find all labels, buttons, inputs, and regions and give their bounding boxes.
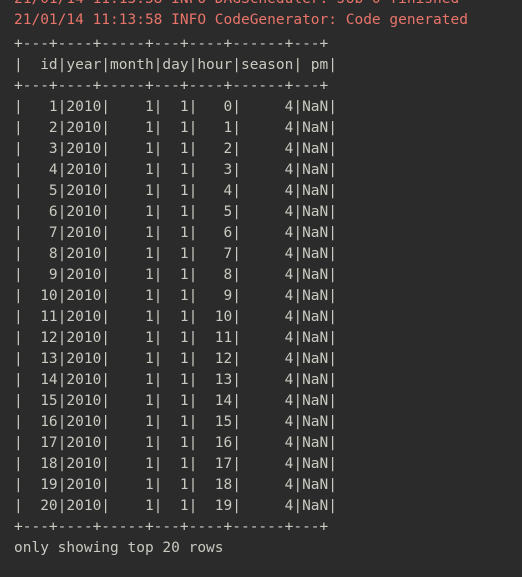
table-row: | 8|2010| 1| 1| 7| 4|NaN| [14, 246, 338, 262]
table-row: | 16|2010| 1| 1| 15| 4|NaN| [14, 414, 338, 430]
table-row: | 3|2010| 1| 1| 2| 4|NaN| [14, 141, 338, 157]
table-header-row: | id|year|month|day|hour|season| pm| [14, 57, 338, 73]
table-border-top: +---+----+-----+---+----+------+---+ [14, 36, 329, 52]
table-row: | 7|2010| 1| 1| 6| 4|NaN| [14, 225, 338, 241]
table-border-bottom: +---+----+-----+---+----+------+---+ [14, 519, 329, 535]
table-row: | 17|2010| 1| 1| 16| 4|NaN| [14, 435, 338, 451]
table-row: | 10|2010| 1| 1| 9| 4|NaN| [14, 288, 338, 304]
terminal-console-output[interactable]: 21/01/14 11:13:58 INFO DAGScheduler: Job… [0, 0, 522, 577]
table-row: | 9|2010| 1| 1| 8| 4|NaN| [14, 267, 338, 283]
spark-dataframe-table: +---+----+-----+---+----+------+---+ | i… [0, 34, 522, 559]
table-row: | 1|2010| 1| 1| 0| 4|NaN| [14, 99, 338, 115]
table-row: | 15|2010| 1| 1| 14| 4|NaN| [14, 393, 338, 409]
table-row: | 14|2010| 1| 1| 13| 4|NaN| [14, 372, 338, 388]
table-row: | 2|2010| 1| 1| 1| 4|NaN| [14, 120, 338, 136]
table-row: | 20|2010| 1| 1| 19| 4|NaN| [14, 498, 338, 514]
table-row: | 13|2010| 1| 1| 12| 4|NaN| [14, 351, 338, 367]
table-row: | 12|2010| 1| 1| 11| 4|NaN| [14, 330, 338, 346]
spark-log-block: 21/01/14 11:13:58 INFO DAGScheduler: Job… [0, 0, 522, 31]
log-line-codegenerator: 21/01/14 11:13:58 INFO CodeGenerator: Co… [14, 12, 468, 28]
table-border-header: +---+----+-----+---+----+------+---+ [14, 78, 329, 94]
table-row: | 5|2010| 1| 1| 4| 4|NaN| [14, 183, 338, 199]
table-row: | 19|2010| 1| 1| 18| 4|NaN| [14, 477, 338, 493]
table-row: | 11|2010| 1| 1| 10| 4|NaN| [14, 309, 338, 325]
table-row: | 18|2010| 1| 1| 17| 4|NaN| [14, 456, 338, 472]
table-footer-note: only showing top 20 rows [14, 540, 224, 556]
table-row: | 6|2010| 1| 1| 5| 4|NaN| [14, 204, 338, 220]
log-line-dagscheduler: 21/01/14 11:13:58 INFO DAGScheduler: Job… [0, 0, 522, 10]
table-row: | 4|2010| 1| 1| 3| 4|NaN| [14, 162, 338, 178]
